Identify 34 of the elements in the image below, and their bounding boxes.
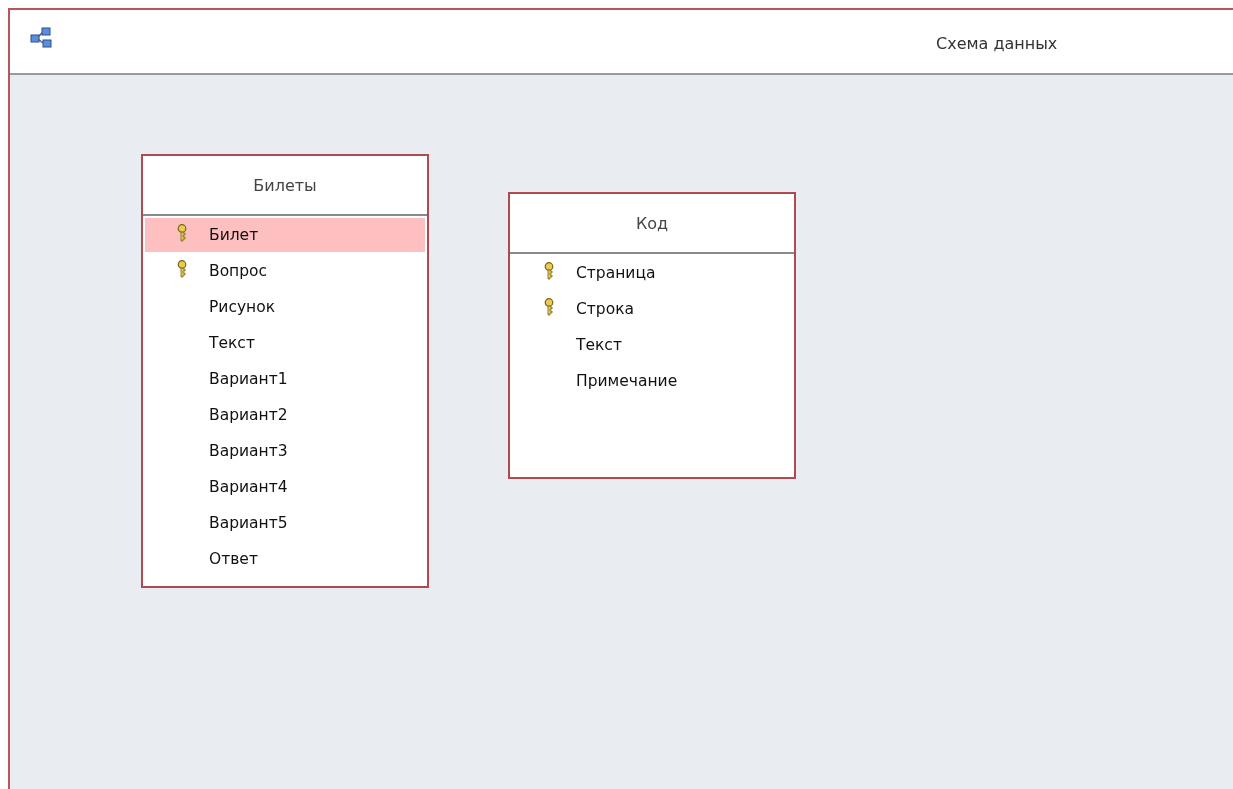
field-row[interactable]: Текст <box>512 328 792 362</box>
field-name: Ответ <box>209 550 258 568</box>
field-row[interactable]: Вариант3 <box>145 434 425 468</box>
field-row[interactable]: Страница <box>512 256 792 290</box>
field-row[interactable]: Текст <box>145 326 425 360</box>
field-name: Вариант5 <box>209 514 288 532</box>
field-row[interactable]: Рисунок <box>145 290 425 324</box>
field-name: Вариант3 <box>209 442 288 460</box>
field-row[interactable]: Ответ <box>145 542 425 576</box>
table-box[interactable]: Билеты Билет Вопрос Рисунок Текст Вариант1 Вариант2 Вариант3 Вариант4 Вариант5 Ответ <box>141 154 429 588</box>
table-title: Код <box>635 213 669 233</box>
field-name: Текст <box>576 336 622 354</box>
field-row[interactable]: Вариант2 <box>145 398 425 432</box>
relationships-icon <box>30 27 52 49</box>
field-row[interactable]: Примечание <box>512 364 792 398</box>
field-row[interactable]: Вопрос <box>145 254 425 288</box>
field-row[interactable]: Вариант1 <box>145 362 425 396</box>
field-row[interactable]: Вариант5 <box>145 506 425 540</box>
field-name: Билет <box>209 226 259 244</box>
field-name: Вариант4 <box>209 478 288 496</box>
table-title: Билеты <box>253 175 317 195</box>
field-name: Строка <box>576 300 635 318</box>
table-box[interactable]: Код Страница Строка Текст Примечание <box>508 192 796 479</box>
window-title: Схема данных <box>936 34 1058 53</box>
field-row[interactable]: Билет <box>145 218 425 252</box>
field-name: Текст <box>209 334 255 352</box>
field-name: Вариант2 <box>209 406 288 424</box>
field-row[interactable]: Строка <box>512 292 792 326</box>
field-name: Вопрос <box>209 262 268 280</box>
field-row[interactable]: Вариант4 <box>145 470 425 504</box>
field-name: Рисунок <box>209 298 276 316</box>
field-name: Вариант1 <box>209 370 288 388</box>
field-name: Страница <box>576 264 656 282</box>
field-name: Примечание <box>576 372 678 390</box>
